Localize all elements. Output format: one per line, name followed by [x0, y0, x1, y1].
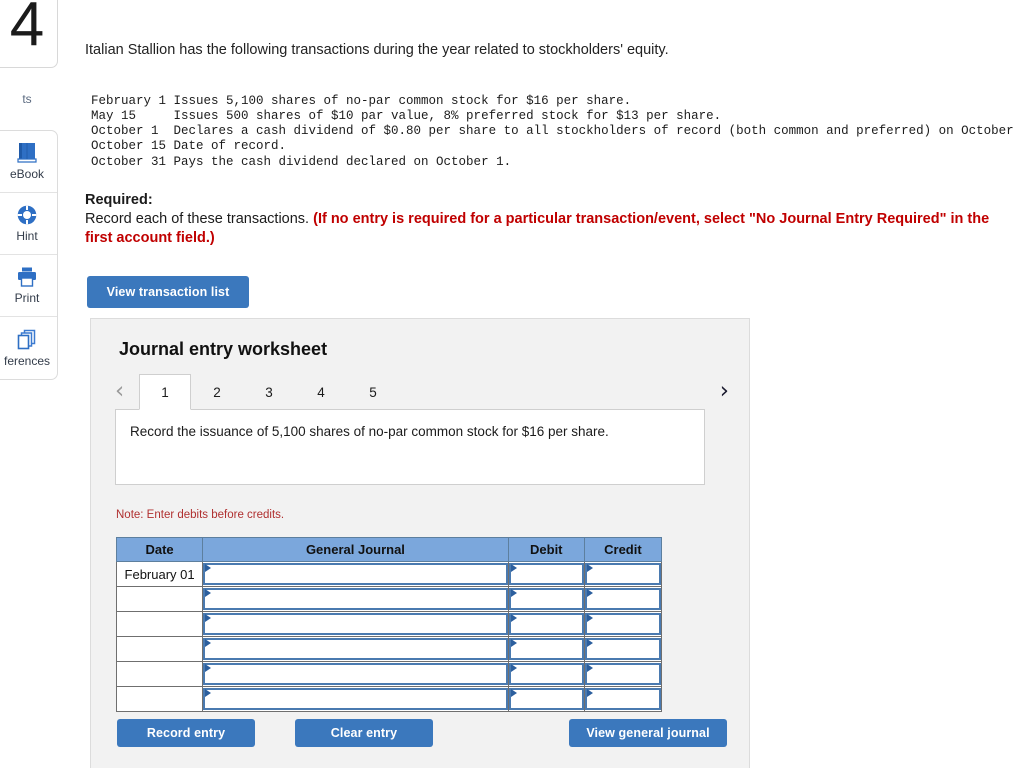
required-heading: Required:: [85, 192, 153, 208]
credit-input-5[interactable]: [584, 663, 661, 685]
book-icon: [15, 142, 39, 164]
row-debit-cell-6[interactable]: [507, 686, 585, 712]
row-credit-cell-3[interactable]: [583, 611, 663, 637]
tab-5[interactable]: 5: [347, 374, 399, 410]
life-ring-icon: [15, 204, 39, 226]
tab-4[interactable]: 4: [295, 374, 347, 410]
row-credit-cell-6[interactable]: [583, 686, 663, 712]
credit-input-6[interactable]: [584, 688, 661, 710]
question-number-box: 4: [0, 0, 58, 68]
view-general-journal-button[interactable]: View general journal: [569, 719, 727, 747]
points-label: ts: [22, 92, 32, 106]
row-date-6: [115, 686, 204, 712]
record-entry-button[interactable]: Record entry: [117, 719, 255, 747]
credit-input-2[interactable]: [584, 588, 661, 610]
table-row: [115, 586, 663, 612]
credit-input-3[interactable]: [584, 613, 661, 635]
intro-text: Italian Stallion has the following trans…: [85, 42, 669, 58]
row-account-cell-6[interactable]: [202, 686, 509, 712]
row-date-3: [115, 611, 204, 637]
row-account-cell-3[interactable]: [202, 611, 509, 637]
main-content: Italian Stallion has the following trans…: [85, 0, 1014, 768]
account-input-6[interactable]: [203, 688, 508, 710]
sidebar-item-ebook[interactable]: eBook: [0, 131, 57, 193]
sidebar-item-print[interactable]: Print: [0, 255, 57, 317]
copies-icon: [15, 329, 39, 351]
printer-icon: [15, 266, 39, 288]
debit-input-4[interactable]: [508, 638, 584, 660]
tool-stack: eBook Hint Print ferences: [0, 130, 58, 380]
account-input-1[interactable]: [203, 563, 508, 585]
row-account-cell-4[interactable]: [202, 636, 509, 662]
sidebar-item-label-ebook: eBook: [9, 167, 45, 181]
row-credit-cell-5[interactable]: [583, 661, 663, 687]
debit-input-3[interactable]: [508, 613, 584, 635]
row-account-cell-1[interactable]: [202, 561, 509, 587]
table-row: February 01: [115, 561, 663, 587]
account-input-5[interactable]: [203, 663, 508, 685]
table-row: [115, 661, 663, 687]
table-row: [115, 686, 663, 712]
account-input-4[interactable]: [203, 638, 508, 660]
row-debit-cell-3[interactable]: [507, 611, 585, 637]
transaction-list-text: February 1 Issues 5,100 shares of no-par…: [91, 93, 1014, 169]
row-date-1: February 01: [115, 561, 204, 587]
account-input-3[interactable]: [203, 613, 508, 635]
next-tab-chevron-icon[interactable]: ›: [720, 378, 729, 404]
debit-input-2[interactable]: [508, 588, 584, 610]
row-account-cell-5[interactable]: [202, 661, 509, 687]
header-general-journal: General Journal: [202, 537, 509, 562]
row-debit-cell-2[interactable]: [507, 586, 585, 612]
required-instructions: Record each of these transactions. (If n…: [85, 210, 1010, 248]
row-debit-cell-4[interactable]: [507, 636, 585, 662]
row-credit-cell-1[interactable]: [583, 561, 663, 587]
row-date-2: [115, 586, 204, 612]
row-account-cell-2[interactable]: [202, 586, 509, 612]
table-header-row: Date General Journal Debit Credit: [115, 537, 663, 562]
debit-input-6[interactable]: [508, 688, 584, 710]
table-row: [115, 636, 663, 662]
debit-input-1[interactable]: [508, 563, 584, 585]
sidebar-item-label-print: Print: [14, 291, 40, 305]
credit-input-4[interactable]: [584, 638, 661, 660]
required-text-plain: Record each of these transactions.: [85, 211, 314, 227]
header-date: Date: [115, 537, 204, 562]
journal-entry-table: Date General Journal Debit Credit Februa…: [115, 537, 663, 712]
left-sidebar: 4 ts eBook Hint Print ferences: [0, 0, 58, 380]
clear-entry-button[interactable]: Clear entry: [295, 719, 433, 747]
prev-tab-chevron-icon[interactable]: ‹: [115, 378, 124, 404]
row-date-5: [115, 661, 204, 687]
sidebar-item-references[interactable]: ferences: [0, 317, 57, 379]
row-date-4: [115, 636, 204, 662]
worksheet-tabs-row: ‹ 1 2 3 4 5 ›: [115, 374, 729, 410]
page-root: 4 ts eBook Hint Print ferences Italian S…: [0, 0, 1014, 768]
header-debit: Debit: [507, 537, 585, 562]
sidebar-item-label-hint: Hint: [16, 229, 38, 243]
worksheet-tabs: 1 2 3 4 5: [139, 374, 399, 410]
worksheet-prompt: Record the issuance of 5,100 shares of n…: [115, 409, 705, 485]
journal-entry-worksheet-panel: Journal entry worksheet ‹ 1 2 3 4 5 › Re…: [90, 318, 750, 768]
worksheet-title: Journal entry worksheet: [119, 339, 328, 359]
sidebar-item-hint[interactable]: Hint: [0, 193, 57, 255]
debit-input-5[interactable]: [508, 663, 584, 685]
tab-2[interactable]: 2: [191, 374, 243, 410]
row-debit-cell-5[interactable]: [507, 661, 585, 687]
sidebar-item-label-references: ferences: [3, 353, 51, 368]
debits-before-credits-note: Note: Enter debits before credits.: [116, 509, 285, 521]
worksheet-button-row: Record entry Clear entry View general jo…: [117, 719, 727, 749]
row-credit-cell-2[interactable]: [583, 586, 663, 612]
row-debit-cell-1[interactable]: [507, 561, 585, 587]
table-row: [115, 611, 663, 637]
header-credit: Credit: [583, 537, 663, 562]
tab-1[interactable]: 1: [139, 374, 191, 410]
view-transaction-list-button[interactable]: View transaction list: [87, 276, 249, 308]
tab-3[interactable]: 3: [243, 374, 295, 410]
row-credit-cell-4[interactable]: [583, 636, 663, 662]
question-number: 4: [9, 0, 45, 59]
account-input-2[interactable]: [203, 588, 508, 610]
credit-input-1[interactable]: [584, 563, 661, 585]
